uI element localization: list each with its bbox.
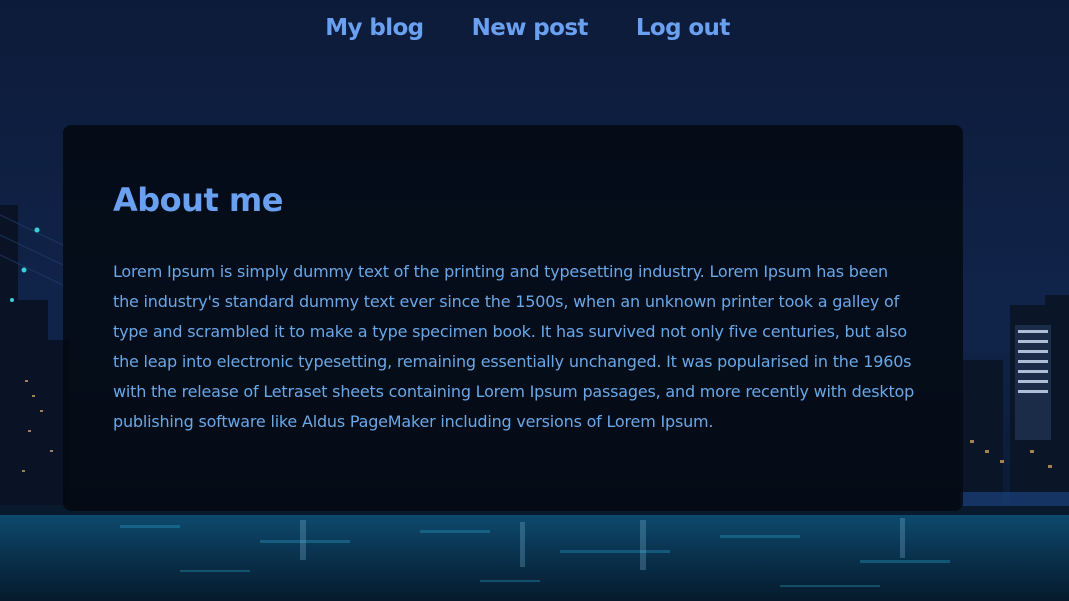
about-heading: About me: [113, 181, 283, 219]
nav-link-new-post[interactable]: New post: [472, 10, 589, 50]
nav-link-log-out[interactable]: Log out: [636, 10, 731, 50]
top-navigation: My blog New post Log out: [0, 10, 1069, 50]
about-card: About me Lorem Ipsum is simply dummy tex…: [63, 125, 963, 511]
about-body-text: Lorem Ipsum is simply dummy text of the …: [113, 262, 915, 431]
nav-link-my-blog[interactable]: My blog: [325, 10, 424, 50]
